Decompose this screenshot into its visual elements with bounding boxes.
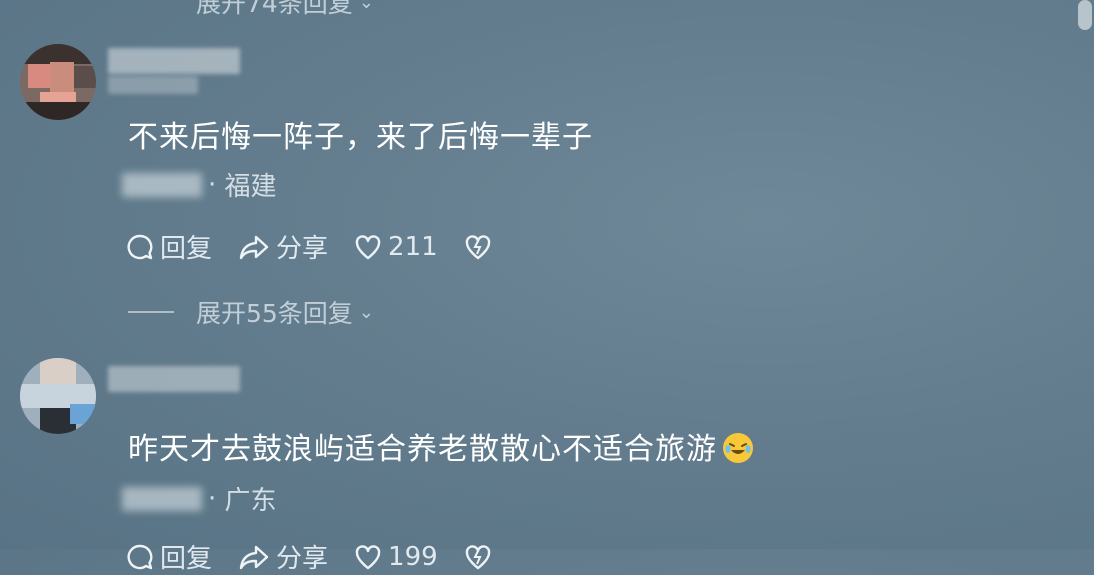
username-blurred-sub (108, 76, 198, 94)
scrollbar[interactable] (1078, 0, 1092, 30)
dislike-button[interactable] (464, 544, 498, 570)
comment-text: 不来后悔一阵子，来了后悔一辈子 (128, 120, 593, 155)
comment-bubble-icon (127, 544, 153, 569)
reply-button[interactable]: 回复 (126, 228, 212, 265)
expand-replies-label: 展开55条回复 (196, 299, 353, 328)
share-icon (239, 545, 269, 569)
comment-actions: 回复 分享 199 (126, 538, 524, 575)
location-label: 福建 (224, 172, 277, 202)
expand-replies[interactable]: 展开55条回复 ⌄ (128, 294, 374, 330)
reply-label: 回复 (160, 544, 213, 574)
share-button[interactable]: 分享 (238, 538, 328, 575)
share-icon (239, 235, 269, 259)
heart-icon (355, 544, 381, 569)
comment-meta: · 福建 (122, 166, 277, 203)
chevron-down-icon: ⌄ (358, 301, 374, 323)
avatar[interactable] (20, 358, 96, 434)
reply-button[interactable]: 回复 (126, 538, 212, 575)
expand-replies-top[interactable]: 展开74条回复 ⌄ (128, 0, 374, 20)
heart-icon (355, 234, 381, 259)
location-label: 广东 (224, 486, 277, 516)
chevron-down-icon: ⌄ (358, 0, 374, 13)
timestamp-blurred (122, 172, 202, 197)
username-blurred[interactable] (108, 48, 240, 74)
dislike-button[interactable] (464, 234, 498, 260)
broken-heart-icon (465, 234, 490, 259)
timestamp-blurred (122, 486, 202, 511)
like-count: 199 (388, 541, 438, 572)
comment-meta: · 广东 (122, 480, 277, 517)
comment-bubble-icon (127, 234, 153, 259)
like-button[interactable]: 199 (354, 542, 438, 572)
avatar[interactable] (20, 44, 96, 120)
reply-label: 回复 (160, 234, 213, 264)
expand-replies-label: 展开74条回复 (196, 0, 353, 18)
share-label: 分享 (276, 544, 329, 574)
comment-actions: 回复 分享 211 (126, 228, 524, 265)
comment-text: 昨天才去鼓浪屿适合养老散散心不适合旅游 (128, 424, 753, 468)
username-blurred[interactable] (108, 366, 240, 392)
share-button[interactable]: 分享 (238, 228, 328, 265)
share-label: 分享 (276, 234, 329, 264)
laughing-crying-emoji (723, 433, 753, 463)
like-count: 211 (388, 231, 438, 262)
broken-heart-icon (465, 544, 490, 569)
like-button[interactable]: 211 (354, 232, 438, 262)
